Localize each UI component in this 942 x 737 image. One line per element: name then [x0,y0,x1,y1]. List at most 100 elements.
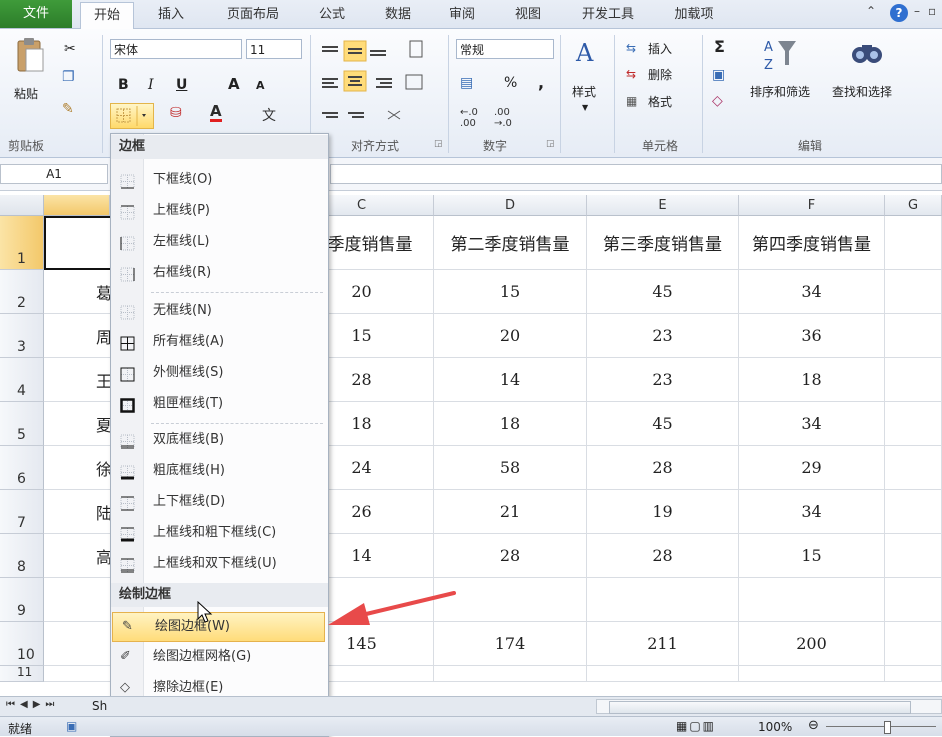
autosum-button[interactable]: Σ [714,37,725,56]
menu-item[interactable]: 无框线(N) [111,297,326,325]
menu-item[interactable]: 外侧框线(S) [111,359,326,387]
paste-icon[interactable] [14,37,46,77]
alignment-buttons[interactable] [318,39,428,129]
data-cell[interactable]: 19 [587,490,739,534]
tab-insert[interactable]: 插入 [146,2,196,28]
data-cell[interactable]: 15 [739,534,885,578]
dialog-launcher-icon[interactable]: ◲ [546,139,555,149]
menu-item[interactable]: 上框线和粗下框线(C) [111,519,326,547]
data-cell[interactable]: 21 [434,490,587,534]
column-header-d[interactable]: D [434,195,587,216]
font-color-icon[interactable]: A [210,103,222,122]
tab-formulas[interactable]: 公式 [306,2,358,28]
shrink-font-button[interactable]: A [256,79,265,92]
fill-color-icon[interactable]: ⛁ [170,105,182,121]
cell[interactable] [885,216,942,270]
grow-font-button[interactable]: A [228,75,240,93]
cell[interactable] [885,270,942,314]
menu-item[interactable]: 上下框线(D) [111,488,326,516]
tab-home[interactable]: 开始 [80,2,134,30]
help-icon[interactable]: ? [890,4,908,22]
comma-button[interactable]: , [538,73,544,92]
cell[interactable] [885,490,942,534]
total-cell[interactable]: 211 [587,622,739,666]
data-cell[interactable]: 20 [434,314,587,358]
menu-item[interactable]: 所有框线(A) [111,328,326,356]
view-buttons-icon[interactable]: ▦▢▥ [676,719,716,733]
cell[interactable] [434,666,587,682]
data-cell[interactable]: 18 [739,358,885,402]
fill-icon[interactable]: ▣ [712,67,725,83]
row-header[interactable]: 6 [0,446,44,490]
sheet-tab[interactable]: Sh [92,699,107,713]
insert-cells-button[interactable]: 插入 [648,40,672,57]
data-cell[interactable]: 23 [587,314,739,358]
menu-item[interactable]: 上框线(P) [111,197,326,225]
row-header[interactable]: 5 [0,402,44,446]
cell[interactable] [885,402,942,446]
tab-data[interactable]: 数据 [370,2,426,28]
minimize-icon[interactable]: – [914,4,920,18]
insert-cells-icon[interactable]: ⇆ [626,41,636,55]
formula-input[interactable] [330,164,942,184]
data-cell[interactable]: 28 [587,534,739,578]
data-cell[interactable]: 23 [587,358,739,402]
data-cell[interactable]: 34 [739,490,885,534]
percent-button[interactable]: % [504,75,517,91]
row-header[interactable]: 10 [0,622,44,666]
cell[interactable] [885,446,942,490]
tab-addins[interactable]: 加载项 [660,2,728,28]
tab-file[interactable]: 文件 [0,0,72,28]
menu-item[interactable]: ✎ 绘图边框(W) [112,612,325,642]
scrollbar-thumb[interactable] [609,701,911,714]
zoom-level[interactable]: 100% [758,720,792,734]
number-format-select[interactable]: 常规 [456,39,554,59]
collapse-ribbon-icon[interactable]: ⌃ [866,4,876,18]
data-cell[interactable]: 45 [587,270,739,314]
borders-button[interactable] [110,103,154,129]
header-cell[interactable]: 第四季度销售量 [739,216,885,270]
row-header[interactable]: 9 [0,578,44,622]
paste-label[interactable]: 粘贴 [14,85,38,102]
cut-icon[interactable]: ✂ [64,41,76,57]
format-cells-icon[interactable]: ▦ [626,94,637,108]
delete-cells-button[interactable]: 删除 [648,66,672,83]
macro-record-icon[interactable]: ▣ [66,719,77,733]
row-header[interactable]: 7 [0,490,44,534]
find-select-icon[interactable] [850,37,884,71]
underline-button[interactable]: U [176,77,187,93]
menu-item[interactable]: 右框线(R) [111,259,326,287]
data-cell[interactable]: 15 [434,270,587,314]
tab-review[interactable]: 审阅 [436,2,488,28]
styles-icon[interactable]: A [576,39,606,71]
row-header[interactable]: 11 [0,665,44,682]
data-cell[interactable]: 18 [434,402,587,446]
sort-filter-icon[interactable]: AZ [764,37,798,73]
data-cell[interactable]: 34 [739,402,885,446]
font-size-select[interactable]: 11 [246,39,302,59]
header-cell[interactable]: 第二季度销售量 [434,216,587,270]
cell[interactable] [739,578,885,622]
column-header-e[interactable]: E [587,195,739,216]
cell[interactable] [885,622,942,666]
cell[interactable] [587,666,739,682]
column-header-a[interactable] [44,195,110,216]
row-header[interactable]: 8 [0,534,44,578]
data-cell[interactable]: 28 [587,446,739,490]
data-cell[interactable]: 34 [739,270,885,314]
menu-item[interactable]: 粗匣框线(T) [111,390,326,418]
bold-button[interactable]: B [118,77,129,93]
column-header-f[interactable]: F [739,195,885,216]
total-cell[interactable]: 200 [739,622,885,666]
row-header[interactable]: 2 [0,270,44,314]
styles-button[interactable]: 样式 [572,83,596,100]
cell[interactable] [885,534,942,578]
column-header-g[interactable]: G [885,195,942,216]
decrease-decimal-icon[interactable]: .00 →.0 [494,107,512,129]
delete-cells-icon[interactable]: ⇆ [626,67,636,81]
cell[interactable] [885,358,942,402]
font-name-select[interactable]: 宋体 [110,39,242,59]
phonetic-button[interactable]: 文 [262,105,276,125]
zoom-slider-thumb[interactable] [884,721,891,734]
data-cell[interactable]: 58 [434,446,587,490]
